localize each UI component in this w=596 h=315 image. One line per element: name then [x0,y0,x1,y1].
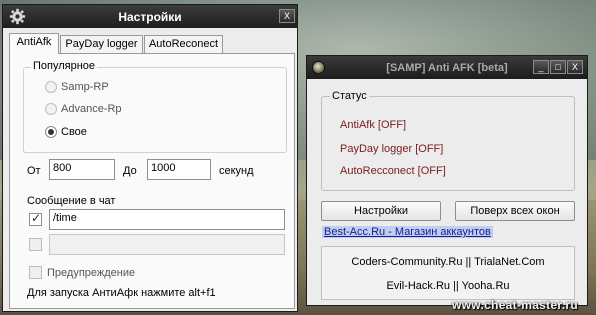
warning-checkbox[interactable] [29,266,42,279]
status-legend: Статус [330,90,369,102]
settings-titlebar[interactable]: Настройки X [3,5,297,28]
settings-close-button[interactable]: X [279,9,295,23]
seconds-label: секунд [219,165,254,177]
radio-dot [45,81,57,93]
second-message-input[interactable] [49,234,285,255]
from-input[interactable]: 800 [49,159,115,180]
radio-dot-selected [45,126,57,138]
second-message-checkbox[interactable] [29,238,42,251]
credits-box: Coders-Community.Ru || TrialaNet.Com Evi… [321,246,575,300]
maximize-button[interactable]: □ [550,60,566,74]
chat-message-label: Сообщение в чат [27,195,116,207]
warning-label: Предупреждение [47,267,136,279]
anti-afk-window: [SAMP] Anti AFK [beta] _ □ X Статус Anti… [306,55,588,306]
check-icon: ✓ [31,211,42,225]
radio-samp-rp[interactable]: Samp-RP [45,81,109,93]
startup-hint: Для запуска АнтиАфк нажмите alt+f1 [27,287,216,299]
radio-label: Advance-Rp [61,103,122,115]
credits-line: Evil-Hack.Ru || Yooha.Ru [386,280,510,292]
popular-group-legend: Популярное [31,60,98,72]
radio-advance-rp[interactable]: Advance-Rp [45,103,122,115]
status-autorecconect: AutoRecconect [OFF] [340,165,446,177]
status-payday-logger: PayDay logger [OFF] [340,143,444,155]
settings-window-title: Настройки [118,10,182,24]
anti-afk-titlebar[interactable]: [SAMP] Anti AFK [beta] _ □ X [307,56,587,79]
to-input[interactable]: 1000 [147,159,211,180]
status-antiafk: AntiAfk [OFF] [340,119,407,131]
settings-window: Настройки X AntiAfk PayDay logger AutoRe… [2,4,298,312]
chat-message-input[interactable]: /time [49,209,285,230]
radio-label: Свое [61,126,87,138]
always-on-top-button[interactable]: Поверх всех окон [455,201,575,221]
tab-payday-logger[interactable]: PayDay logger [60,35,143,53]
from-label: От [27,165,41,177]
status-group: Статус AntiAfk [OFF] PayDay logger [OFF]… [321,90,575,191]
anti-afk-close-button[interactable]: X [567,60,583,74]
settings-button[interactable]: Настройки [321,201,441,221]
radio-label: Samp-RP [61,81,109,93]
chat-message-checkbox[interactable]: ✓ [29,211,42,226]
minimize-button[interactable]: _ [533,60,549,74]
tab-antiafk[interactable]: AntiAfk [9,33,59,54]
credits-line: Coders-Community.Ru || TrialaNet.Com [351,256,545,268]
radio-custom[interactable]: Свое [45,126,87,138]
radio-dot [45,103,57,115]
tab-autoreconect[interactable]: AutoReconect [144,35,223,53]
watermark: www.cheat-master.ru [452,298,578,312]
to-label: До [123,165,137,177]
shop-link[interactable]: Best-Acc.Ru - Магазин аккаунтов [322,226,493,238]
